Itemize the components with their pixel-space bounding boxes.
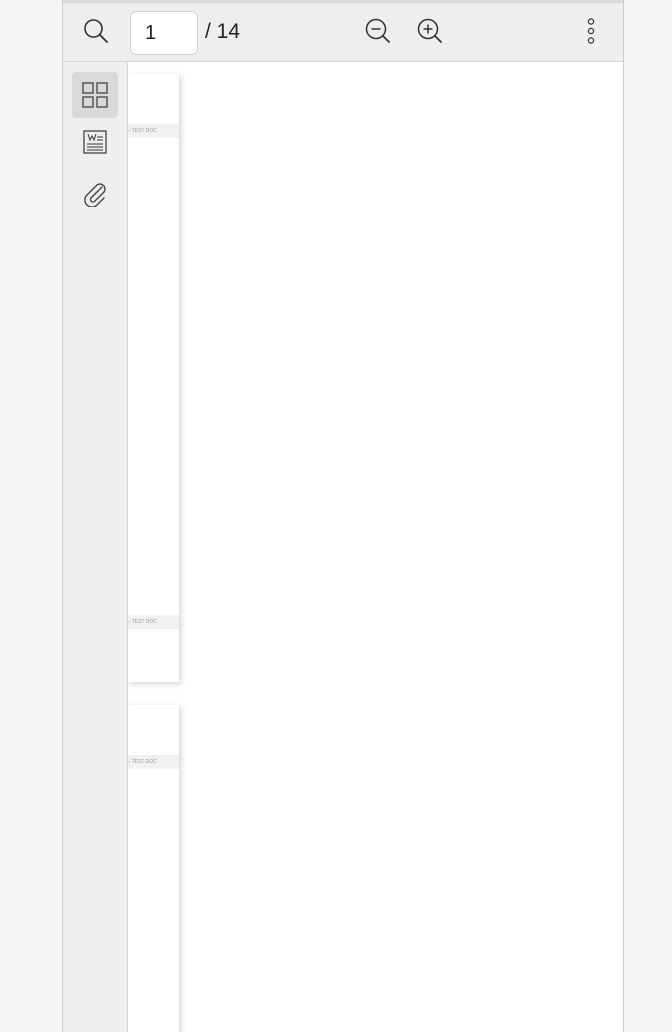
attachments-icon: [84, 183, 106, 207]
thumbnails-icon: [82, 82, 108, 108]
zoom-out-button[interactable]: [360, 13, 396, 49]
zoom-in-icon: [417, 18, 442, 43]
sidebar: [63, 62, 128, 1032]
search-button[interactable]: [78, 13, 114, 49]
more-options-icon: [587, 18, 595, 44]
document-area[interactable]: ENT — TEST DOC ENT — TEST DOC ENT — TEST…: [128, 62, 623, 1032]
outline-button[interactable]: [72, 119, 118, 165]
page-number-input[interactable]: [130, 11, 198, 55]
search-icon: [84, 19, 108, 43]
more-options-button[interactable]: [573, 13, 609, 49]
page-thumbnail-1[interactable]: ENT — TEST DOC ENT — TEST DOC: [128, 74, 179, 682]
page-footer-text: ENT — TEST DOC: [128, 615, 179, 629]
page-total: / 14: [205, 20, 241, 43]
outline-icon: [83, 130, 107, 154]
zoom-out-icon: [365, 18, 390, 43]
toolbar: / 14: [63, 0, 623, 62]
pdf-viewer: / 14: [62, 0, 624, 1032]
page-header-text: ENT — TEST DOC: [128, 124, 179, 138]
page-header-text: ENT — TEST DOC: [128, 755, 179, 769]
page-thumbnail-2[interactable]: ENT — TEST DOC: [128, 705, 179, 1032]
attachments-button[interactable]: [72, 171, 118, 217]
thumbnails-button[interactable]: [72, 72, 118, 118]
zoom-in-button[interactable]: [412, 13, 448, 49]
